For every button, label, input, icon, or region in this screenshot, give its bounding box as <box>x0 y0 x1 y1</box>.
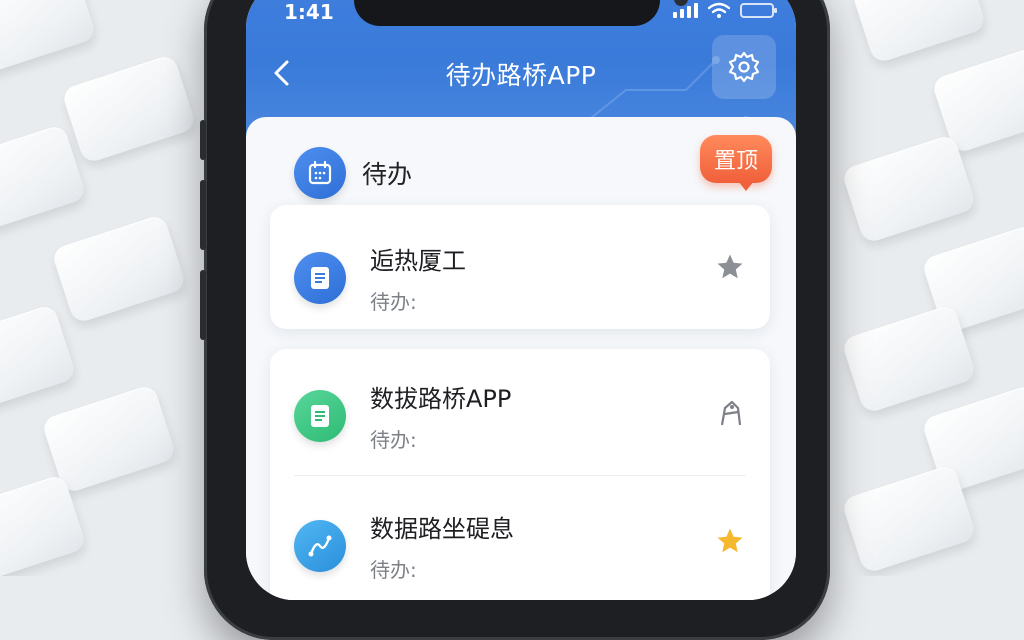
item-action-button[interactable] <box>714 397 746 429</box>
wifi-icon <box>708 2 730 18</box>
key <box>840 303 978 415</box>
todo-card[interactable]: 数拔路桥APP 待办: 数据路坐碮息 待办: <box>270 349 770 600</box>
favorite-button[interactable] <box>714 525 746 557</box>
key <box>60 53 198 165</box>
key <box>50 213 188 325</box>
pin-top-badge[interactable]: 置顶 <box>699 135 772 191</box>
item-subtitle: 待办: <box>370 290 417 314</box>
phone-side-button <box>200 180 206 250</box>
key <box>840 133 978 245</box>
phone-side-button <box>200 120 206 160</box>
phone-side-button <box>200 270 206 340</box>
item-title: 数据路坐碮息 <box>370 515 514 543</box>
content-panel: 待办 置顶 逅热厦工 待办: 数拔路桥APP 待办: 数据路坐碮息 待办: <box>246 117 796 600</box>
calendar-icon <box>294 147 346 199</box>
section-title: 待办 <box>362 160 413 189</box>
document-icon <box>294 252 346 304</box>
key <box>0 0 98 75</box>
route-icon <box>294 520 346 572</box>
gear-icon <box>728 51 760 83</box>
divider <box>294 475 746 476</box>
battery-icon <box>740 3 777 18</box>
todo-card[interactable]: 逅热厦工 待办: <box>270 205 770 329</box>
item-title: 逅热厦工 <box>370 247 466 275</box>
document-icon <box>294 390 346 442</box>
key <box>0 303 78 415</box>
status-icons <box>673 2 777 18</box>
section-header: 待办 <box>294 147 412 199</box>
list-item[interactable]: 逅热厦工 待办: <box>294 241 466 315</box>
key <box>0 123 88 235</box>
phone-notch <box>354 0 688 26</box>
key <box>840 463 978 575</box>
favorite-button[interactable] <box>714 251 746 283</box>
figure-icon <box>720 400 742 426</box>
item-subtitle: 待办: <box>370 558 417 582</box>
settings-button[interactable] <box>712 35 776 99</box>
star-icon <box>717 254 743 279</box>
star-icon <box>717 528 743 553</box>
item-subtitle: 待办: <box>370 428 417 452</box>
list-item[interactable]: 数据路坐碮息 待办: <box>294 509 514 583</box>
key <box>850 0 988 65</box>
status-time: 1:41 <box>284 0 334 24</box>
phone-screen: 1:41 待办路桥APP 待办 置顶 逅热厦工 待办: 数拔路桥APP 待办: … <box>246 0 796 600</box>
list-item[interactable]: 数拔路桥APP 待办: <box>294 379 511 453</box>
key <box>40 383 178 495</box>
item-title: 数拔路桥APP <box>370 385 512 413</box>
signal-icon <box>673 3 698 18</box>
